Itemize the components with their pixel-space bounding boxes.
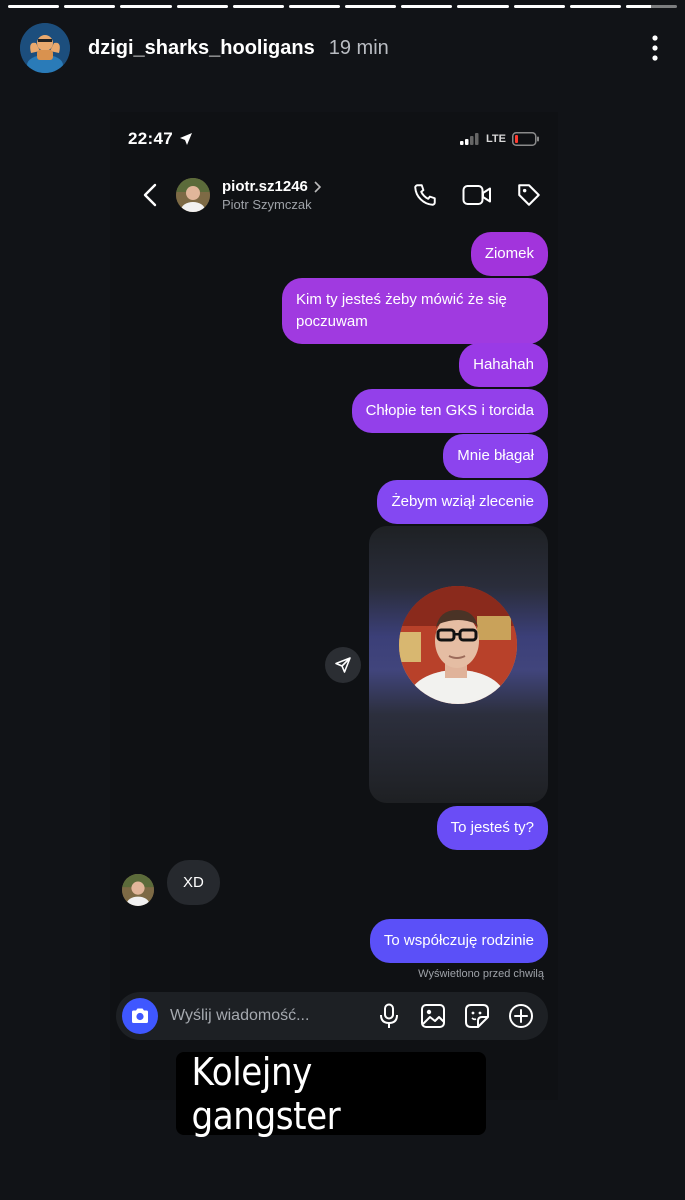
story-header: dzigi_sharks_hooligans 19 min <box>20 22 665 74</box>
story-timestamp: 19 min <box>328 36 389 59</box>
phone-call-icon[interactable] <box>410 180 440 210</box>
signal-icon <box>460 133 480 145</box>
dm-actions <box>410 180 544 210</box>
progress-segment <box>457 5 509 8</box>
video-note-message[interactable] <box>369 526 548 803</box>
message-text: Ziomek <box>484 245 534 262</box>
progress-segment <box>176 5 228 8</box>
tag-icon[interactable] <box>514 180 544 210</box>
story-caption: Kolejny gangster <box>176 1049 486 1138</box>
message-text: Chłopie ten GKS i torcida <box>365 402 534 419</box>
battery-icon <box>512 132 540 146</box>
microphone-icon[interactable] <box>374 1001 404 1031</box>
dm-header: piotr.sz1246 Piotr Szymczak <box>110 170 558 220</box>
gallery-icon[interactable] <box>418 1001 448 1031</box>
seen-status: Wyświetlono przed chwilą <box>418 968 544 980</box>
share-icon[interactable] <box>325 647 361 683</box>
outgoing-message[interactable]: To współczuję rodzinie <box>369 919 548 963</box>
story-username[interactable]: dzigi_sharks_hooligans <box>88 37 315 60</box>
progress-segment <box>120 5 172 8</box>
outgoing-message[interactable]: Kim ty jesteś żeby mówić że się poczuwam <box>282 278 548 344</box>
location-arrow-icon <box>179 132 193 146</box>
message-input[interactable] <box>170 1007 350 1025</box>
outgoing-message[interactable]: Chłopie ten GKS i torcida <box>351 389 548 433</box>
contact-username: piotr.sz1246 <box>222 178 308 195</box>
back-chevron-icon[interactable] <box>130 175 170 215</box>
message-text: To współczuję rodzinie <box>383 932 534 949</box>
message-text: Hahahah <box>473 356 534 373</box>
more-options-icon[interactable] <box>645 28 665 68</box>
message-text: Żebym wziął zlecenie <box>391 493 534 510</box>
contact-avatar-small[interactable] <box>122 874 154 906</box>
message-text: Kim ty jesteś żeby mówić że się poczuwam <box>296 291 507 330</box>
contact-names[interactable]: piotr.sz1246 Piotr Szymczak <box>222 178 321 212</box>
progress-segment <box>513 5 565 8</box>
dm-screenshot: 22:47 LTE piotr.sz1246 Piotr Szymczak Zi… <box>110 112 558 1100</box>
composer-tools <box>374 1001 536 1031</box>
outgoing-message[interactable]: Mnie błagał <box>443 434 548 478</box>
progress-segment <box>232 5 284 8</box>
contact-fullname: Piotr Szymczak <box>222 197 312 212</box>
add-icon[interactable] <box>506 1001 536 1031</box>
outgoing-message[interactable]: To jesteś ty? <box>436 806 548 850</box>
network-label: LTE <box>486 133 506 145</box>
video-call-icon[interactable] <box>462 180 492 210</box>
outgoing-message[interactable]: Żebym wziął zlecenie <box>377 480 548 524</box>
incoming-message[interactable]: XD <box>167 860 220 905</box>
message-text: To jesteś ty? <box>450 819 534 836</box>
message-composer <box>116 992 548 1040</box>
contact-username-row[interactable]: piotr.sz1246 <box>222 178 321 195</box>
progress-segment <box>345 5 397 8</box>
progress-segment <box>64 5 116 8</box>
message-text: XD <box>183 874 204 891</box>
message-text: Mnie błagał <box>457 447 534 464</box>
progress-segment <box>625 5 678 8</box>
outgoing-message[interactable]: Hahahah <box>459 343 548 387</box>
progress-segment <box>8 5 60 8</box>
camera-icon[interactable] <box>122 998 158 1034</box>
progress-segment <box>288 5 341 8</box>
chevron-right-icon <box>314 180 321 193</box>
story-progress <box>8 5 678 8</box>
sticker-icon[interactable] <box>462 1001 492 1031</box>
progress-segment <box>401 5 453 8</box>
caption-text: Kolejny gangster <box>191 1049 341 1138</box>
ios-status-bar: 22:47 LTE <box>128 126 540 152</box>
contact-avatar[interactable] <box>176 178 210 212</box>
progress-segment <box>569 5 621 8</box>
story-avatar[interactable] <box>20 23 70 73</box>
status-time: 22:47 <box>128 129 173 148</box>
outgoing-message[interactable]: Ziomek <box>470 232 548 276</box>
video-note-thumbnail <box>399 586 517 704</box>
